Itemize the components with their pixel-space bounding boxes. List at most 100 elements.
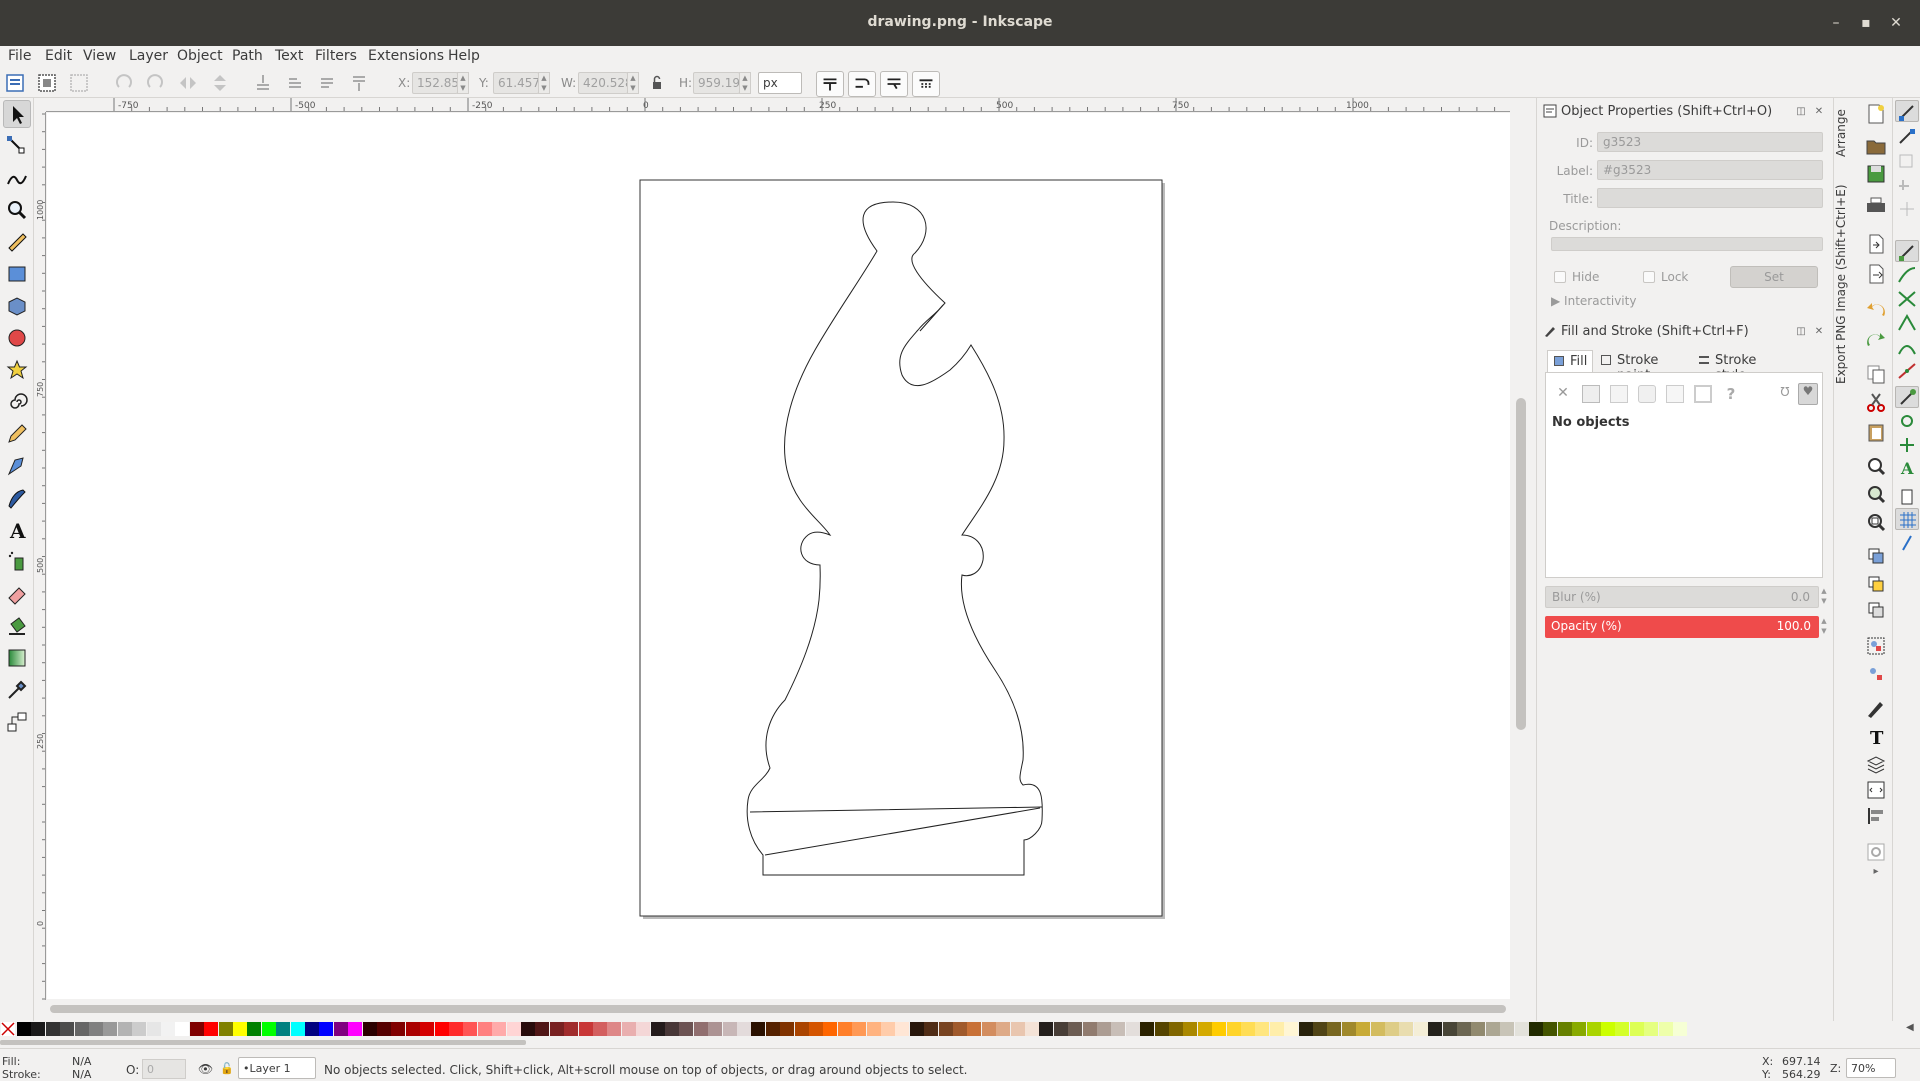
color-swatch[interactable] [189,1022,204,1036]
color-swatch[interactable] [1125,1022,1140,1036]
no-color-swatch[interactable] [1,1022,15,1036]
color-swatch[interactable] [1399,1022,1414,1036]
copy-icon[interactable] [1864,362,1888,386]
color-swatch[interactable] [823,1022,838,1036]
connector-tool-icon[interactable] [3,708,31,736]
color-swatch[interactable] [1471,1022,1486,1036]
menu-view[interactable]: View [83,48,116,64]
set-button[interactable]: Set [1730,266,1818,288]
lock-checkbox[interactable] [1643,271,1655,283]
spiral-tool-icon[interactable] [3,388,31,416]
color-swatch[interactable] [319,1022,334,1036]
paste-icon[interactable] [1864,420,1888,444]
color-swatch[interactable] [477,1022,492,1036]
color-swatch[interactable] [1284,1022,1299,1036]
color-swatch[interactable] [261,1022,276,1036]
color-swatch[interactable] [103,1022,118,1036]
color-swatch[interactable] [1370,1022,1385,1036]
color-swatch[interactable] [1082,1022,1097,1036]
rotate-cw-icon[interactable] [143,71,167,95]
pattern-icon[interactable] [1694,385,1712,403]
color-swatch[interactable] [967,1022,982,1036]
color-swatch[interactable] [449,1022,463,1036]
move-gradients-toggle[interactable] [880,71,908,97]
color-swatch[interactable] [1457,1022,1471,1036]
title-field[interactable] [1597,188,1823,208]
color-swatch[interactable] [578,1022,593,1036]
color-swatch[interactable] [1341,1022,1356,1036]
scale-stroke-toggle[interactable] [816,71,844,97]
color-swatch[interactable] [751,1022,766,1036]
color-swatch[interactable] [996,1022,1011,1036]
color-swatch[interactable] [1601,1022,1615,1036]
tab-stroke-paint[interactable]: Stroke paint [1595,350,1691,383]
color-swatch[interactable] [333,1022,348,1036]
text-font-dialog-icon[interactable]: T [1864,724,1888,749]
paint-bucket-tool-icon[interactable] [3,612,31,640]
zoom-selection-icon[interactable] [1864,454,1888,478]
ungroup-icon[interactable] [1864,662,1888,686]
menu-layer[interactable]: Layer [129,48,168,64]
minimize-button[interactable]: – [1823,10,1849,36]
text-tool-icon[interactable]: A [3,516,31,544]
color-swatch[interactable] [549,1022,564,1036]
color-swatch[interactable] [175,1022,190,1036]
layers-dialog-icon[interactable] [1864,752,1888,776]
raise-icon[interactable] [315,71,339,95]
fill-rule-nonzero-icon[interactable]: ♥ [1798,383,1818,405]
clone-icon[interactable] [1864,572,1888,596]
color-swatch[interactable] [809,1022,823,1036]
color-swatch[interactable] [1572,1022,1587,1036]
color-swatch[interactable] [1298,1022,1313,1036]
color-swatch[interactable] [31,1022,46,1036]
dropper-tool-icon[interactable] [3,676,31,704]
menu-edit[interactable]: Edit [45,48,72,64]
color-swatch[interactable] [161,1022,175,1036]
pencil-tool-icon[interactable] [3,420,31,448]
color-swatch[interactable] [1629,1022,1644,1036]
color-swatch[interactable] [722,1022,737,1036]
color-swatch[interactable] [1169,1022,1183,1036]
color-swatch[interactable] [290,1022,305,1036]
y-input[interactable]: 61.457 [493,72,540,94]
color-swatch[interactable] [693,1022,708,1036]
color-swatch[interactable] [924,1022,939,1036]
rectangle-tool-icon[interactable] [3,260,31,288]
stroke-indicator-value[interactable]: N/A [72,1068,91,1081]
color-swatch[interactable] [1097,1022,1111,1036]
color-swatch[interactable] [737,1022,751,1036]
snap-object-centers-icon[interactable] [1895,410,1919,432]
star-tool-icon[interactable] [3,356,31,384]
fill-stroke-dialog-icon[interactable] [1864,696,1888,720]
more-commands-icon[interactable]: ▸ [1864,866,1888,890]
color-swatch[interactable] [1053,1022,1068,1036]
palette-scroll-thumb[interactable] [0,1040,526,1045]
palette-menu-icon[interactable]: ◀ [1906,1022,1914,1033]
color-swatch[interactable] [463,1022,478,1036]
color-swatch[interactable] [276,1022,291,1036]
color-swatch[interactable] [1385,1022,1399,1036]
zoom-tool-icon[interactable] [3,196,31,224]
dialog-close-icon[interactable]: ✕ [1813,326,1825,338]
width-input[interactable]: 420.528 [578,72,633,94]
cut-icon[interactable] [1864,390,1888,414]
color-swatch[interactable] [1586,1022,1601,1036]
color-swatch[interactable] [45,1022,60,1036]
menu-object[interactable]: Object [177,48,223,64]
color-swatch[interactable] [665,1022,679,1036]
menu-help[interactable]: Help [448,48,480,64]
horizontal-scrollbar[interactable] [46,1000,1512,1018]
zoom-drawing-icon[interactable] [1864,482,1888,506]
lower-icon[interactable] [283,71,307,95]
measure-tool-icon[interactable] [3,228,31,256]
align-distribute-icon[interactable] [1864,804,1888,828]
unit-select[interactable]: px [758,72,802,94]
y-spinner[interactable]: ▲ ▼ [538,72,550,94]
color-swatch[interactable] [1025,1022,1039,1036]
pen-tool-icon[interactable] [3,452,31,480]
print-icon[interactable] [1864,194,1888,218]
group-icon[interactable] [1864,634,1888,658]
3d-box-tool-icon[interactable] [3,292,31,320]
color-swatch[interactable] [1039,1022,1054,1036]
menu-filters[interactable]: Filters [315,48,357,64]
